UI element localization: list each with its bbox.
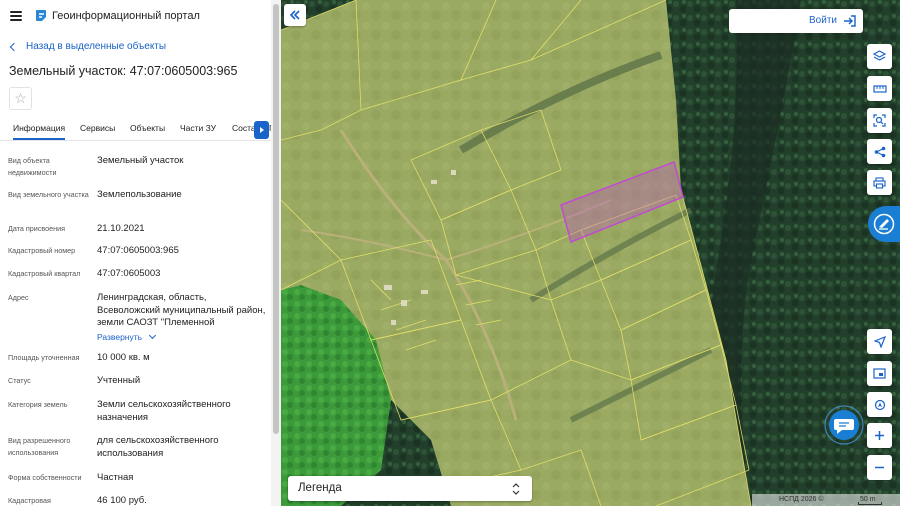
expand-address-link[interactable]: Развернуть (97, 331, 157, 342)
property-value: Земли сельскохозяйственного назначения (97, 399, 231, 423)
share-button[interactable] (867, 139, 892, 164)
chevron-down-icon (149, 331, 157, 340)
property-label: Вид земельного участка (8, 190, 89, 199)
login-arrow-icon (844, 15, 856, 27)
chat-button[interactable] (824, 405, 864, 445)
map-attribution: НСПД 2026 © 50 m (752, 494, 900, 506)
property-value: Ленинградская, область, Всеволожский мун… (97, 292, 266, 328)
property-value: 21.10.2021 (97, 223, 145, 234)
collapse-panel-button[interactable] (284, 4, 306, 26)
property-value: 47:07:0605003 (97, 268, 161, 279)
tab-information[interactable]: Информация (13, 123, 66, 140)
info-panel: Геоинформационный портал Назад в выделен… (0, 0, 281, 506)
print-icon (873, 176, 886, 189)
print-button[interactable] (867, 170, 892, 195)
chevron-left-icon (9, 42, 19, 52)
share-icon (874, 146, 885, 157)
page-title: Земельный участок: 47:07:0605003:965 (9, 64, 238, 78)
portal-title: Геоинформационный портал (52, 10, 200, 22)
panel-tab-icon (873, 213, 895, 235)
side-panel-tab[interactable] (868, 206, 900, 242)
ruler-icon (872, 84, 887, 93)
minimap-icon (873, 368, 886, 379)
property-label: Категория земель (8, 400, 68, 409)
property-value: Землепользование (97, 189, 182, 200)
property-label: Кадастровый квартал (8, 269, 81, 278)
arrow-right-icon (259, 127, 264, 133)
login-label: Войти (809, 15, 837, 26)
navigate-button[interactable] (867, 329, 892, 354)
property-label: Кадастровый номер (8, 246, 76, 255)
property-label: Кадастровая (8, 496, 51, 505)
legend-select[interactable]: Легенда (288, 476, 532, 501)
expand-label: Развернуть (97, 332, 143, 342)
star-icon: ☆ (14, 90, 27, 106)
layers-icon (873, 50, 886, 61)
top-bar: Геоинформационный портал (0, 0, 281, 32)
layers-button[interactable] (867, 44, 892, 69)
menu-icon[interactable] (10, 11, 22, 21)
property-value: 47:07:0605003:965 (97, 245, 179, 256)
property-value: Земельный участок (97, 155, 184, 166)
property-label: Площадь уточненная (8, 353, 80, 362)
double-chevron-left-icon (289, 10, 300, 20)
property-label: Вид разрешенного использования (8, 436, 71, 457)
tab-scroll-right-button[interactable] (254, 121, 269, 139)
navigate-icon (873, 335, 886, 348)
location-button[interactable] (867, 392, 892, 417)
tab-parts[interactable]: Части ЗУ (180, 123, 216, 133)
property-label: Вид объекта недвижимости (8, 156, 57, 177)
minimap-button[interactable] (867, 361, 892, 386)
property-label: Дата присвоения (8, 224, 66, 233)
property-value: 10 000 кв. м (97, 352, 150, 363)
property-value: Частная (97, 472, 134, 483)
back-link-label: Назад в выделенные объекты (26, 41, 167, 52)
chat-icon (824, 405, 864, 445)
area-select-button[interactable] (867, 108, 892, 133)
attribution-text: НСПД 2026 © (779, 496, 824, 503)
back-link[interactable]: Назад в выделенные объекты (9, 41, 167, 52)
scrollbar-thumb[interactable] (273, 4, 279, 434)
minus-icon (875, 466, 884, 469)
tab-bar: Информация Сервисы Объекты Части ЗУ Сост… (0, 118, 271, 141)
location-icon (874, 399, 885, 410)
panel-scrollbar[interactable] (271, 0, 281, 506)
measure-button[interactable] (867, 76, 892, 101)
satellite-map[interactable] (281, 0, 900, 506)
area-select-icon (873, 114, 886, 127)
zoom-out-button[interactable] (867, 455, 892, 480)
property-label: Адрес (8, 293, 29, 302)
scale-bar (858, 502, 882, 505)
expand-collapse-icon (512, 483, 520, 495)
property-value: 46 100 руб. (97, 495, 147, 506)
tab-services[interactable]: Сервисы (80, 123, 115, 133)
property-value: для сельскохозяйственного использования (97, 435, 219, 459)
tab-composition[interactable]: Соста (232, 123, 256, 133)
legend-label: Легенда (298, 482, 342, 494)
zoom-in-button[interactable] (867, 423, 892, 448)
property-label: Статус (8, 376, 31, 385)
portal-logo-icon (36, 10, 46, 21)
map-view[interactable] (281, 0, 900, 506)
favorite-button[interactable]: ☆ (9, 87, 32, 110)
property-label: Форма собственности (8, 473, 82, 482)
property-value: Учтенный (97, 375, 141, 386)
tab-objects[interactable]: Объекты (130, 123, 165, 133)
login-button[interactable]: Войти (729, 9, 863, 33)
plus-icon (875, 431, 884, 440)
app-root: Геоинформационный портал Назад в выделен… (0, 0, 900, 506)
